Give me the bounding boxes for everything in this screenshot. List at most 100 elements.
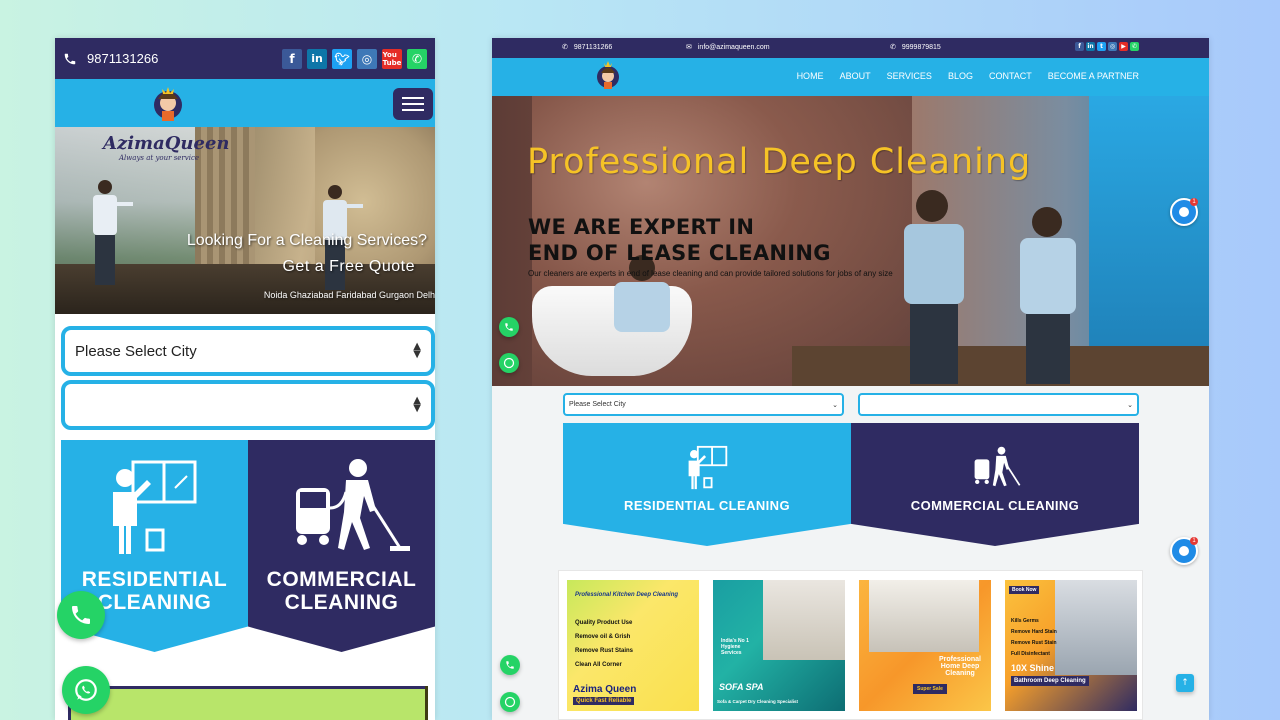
chevron-down-icon: ⌄ <box>832 400 838 409</box>
gallery-tile-bathroom[interactable]: Book Now Kills Germs Remove Hard Stain R… <box>1005 580 1137 711</box>
nav-become-a-partner[interactable]: BECOME A PARTNER <box>1048 71 1139 81</box>
mobile-phone[interactable]: 9871131266 <box>63 51 158 66</box>
desktop-navbar: HOME ABOUT SERVICES BLOG CONTACT BECOME … <box>492 58 1209 96</box>
city-select-value: Please Select City <box>75 342 197 360</box>
hero-headline: Professional Deep Cleaning <box>527 142 1032 182</box>
tile-photo <box>763 580 845 660</box>
twitter-icon[interactable]: t <box>1097 42 1106 51</box>
commercial-card-line1: COMMERCIAL <box>266 568 417 591</box>
service-select[interactable]: ⌄ <box>858 393 1139 416</box>
youtube-icon[interactable]: ▶ <box>1119 42 1128 51</box>
call-float-button[interactable] <box>500 655 520 675</box>
tile-line: India's No 1 Hygiene Services <box>721 638 749 656</box>
call-float-button[interactable] <box>57 591 105 639</box>
tile-line: Kills Germs <box>1011 618 1039 624</box>
hero-headline: Looking For a Cleaning Services? <box>186 232 427 249</box>
worker-figure <box>614 255 670 332</box>
select-arrows-icon: ▲ ▼ <box>413 341 421 360</box>
logo-icon[interactable] <box>140 83 196 127</box>
city-select-value: Please Select City <box>569 401 626 408</box>
worker-figure <box>93 180 133 285</box>
gallery-tile-sofa[interactable]: India's No 1 Hygiene Services SOFA SPA S… <box>713 580 845 711</box>
tile-title: Professional Home Deep Cleaning <box>938 656 981 677</box>
brand-name: AzimaQueen <box>103 133 230 154</box>
residential-card-line1: RESIDENTIAL <box>81 568 228 591</box>
nav-blog[interactable]: BLOG <box>948 71 973 81</box>
nav-home[interactable]: HOME <box>797 71 824 81</box>
commercial-cleaning-icon <box>296 459 410 551</box>
tile-brand: Azima Queen <box>573 684 637 695</box>
linkedin-icon[interactable]: in <box>307 48 327 69</box>
hero-quote-text: Get a Free Quote <box>282 258 415 275</box>
chat-badge: 1 <box>1190 537 1198 545</box>
hero-expert-line1: WE ARE EXPERT IN <box>528 215 755 239</box>
city-select[interactable]: Please Select City ▲ ▼ <box>61 326 435 376</box>
commercial-cleaning-icon <box>974 446 1021 487</box>
tile-photo <box>1055 580 1137 675</box>
topbar-phone-1-text: 9871131266 <box>573 43 613 51</box>
nav-about[interactable]: ABOUT <box>840 71 871 81</box>
youtube-icon[interactable]: You Tube <box>382 48 402 69</box>
commercial-card-line2: CLEANING <box>284 591 399 614</box>
commercial-cleaning-card[interactable]: COMMERCIAL CLEANING <box>851 423 1139 546</box>
tile-line: Clean All Corner <box>575 662 622 668</box>
service-select[interactable]: ▲ ▼ <box>61 380 435 430</box>
offer-gallery: Professional Kitchen Deep Cleaning Quali… <box>558 570 1143 720</box>
tile-line: Remove oil & Grish <box>575 634 631 640</box>
desktop-service-cards: RESIDENTIAL CLEANING COMMERCIAL CLEANING <box>563 423 1139 548</box>
tile-badge: Super Sale <box>913 684 947 694</box>
tile-line: Remove Rust Stains <box>575 648 634 654</box>
mobile-service-cards: RESIDENTIAL CLEANING COMMERCIAL CLEANING <box>61 440 435 660</box>
commercial-cleaning-card[interactable]: COMMERCIAL CLEANING <box>248 440 435 652</box>
phone-icon: ✆ <box>562 44 568 51</box>
gallery-tile-home[interactable]: Professional Home Deep Cleaning Super Sa… <box>859 580 991 711</box>
select-arrows-icon: ▲ ▼ <box>413 395 421 414</box>
topbar-phone-2-text: 9999879815 <box>901 43 941 51</box>
topbar-email[interactable]: ✉ info@azimaqueen.com <box>686 43 770 52</box>
nav-contact[interactable]: CONTACT <box>989 71 1032 81</box>
tile-line: 10X Shine <box>1011 663 1055 673</box>
phone-icon <box>505 323 513 331</box>
tile-line: Remove Hard Stain <box>1011 629 1057 635</box>
mobile-social-links: f in 🐦︎ ◎ You Tube ✆ <box>282 48 427 69</box>
live-chat-button[interactable]: 1 <box>1170 537 1198 565</box>
topbar-email-text: info@azimaqueen.com <box>697 43 770 51</box>
desktop-hero-banner: Professional Deep Cleaning WE ARE EXPERT… <box>492 96 1209 386</box>
logo-icon[interactable] <box>588 59 628 95</box>
tile-title: SOFA SPA <box>719 682 764 692</box>
whatsapp-float-button[interactable] <box>499 353 519 373</box>
topbar-phone-2[interactable]: ✆ 9999879815 <box>890 43 941 52</box>
hero-blue-wall <box>1089 96 1209 386</box>
tile-photo <box>869 580 979 652</box>
whatsapp-float-button[interactable] <box>62 666 110 714</box>
menu-line <box>402 109 424 111</box>
menu-line <box>402 103 424 105</box>
city-select[interactable]: Please Select City ⌄ <box>563 393 844 416</box>
instagram-icon[interactable]: ◎ <box>357 48 377 69</box>
mobile-phone-number: 9871131266 <box>87 51 159 66</box>
tile-badge: Book Now <box>1009 586 1040 594</box>
mobile-header <box>55 79 435 127</box>
call-float-button[interactable] <box>499 317 519 337</box>
whatsapp-icon[interactable]: ✆ <box>407 48 427 69</box>
scroll-to-top-button[interactable]: ↑ <box>1176 674 1194 692</box>
topbar-phone-1[interactable]: ✆ 9871131266 <box>562 43 613 52</box>
live-chat-button[interactable]: 1 <box>1170 198 1198 226</box>
whatsapp-icon[interactable]: ✆ <box>1130 42 1139 51</box>
residential-card-line2: CLEANING <box>97 591 212 614</box>
facebook-icon[interactable]: f <box>282 48 302 69</box>
whatsapp-icon <box>503 357 515 369</box>
nav-services[interactable]: SERVICES <box>887 71 932 81</box>
phone-icon <box>506 661 514 669</box>
instagram-icon[interactable]: ◎ <box>1108 42 1117 51</box>
hamburger-menu-button[interactable] <box>393 88 433 120</box>
residential-cleaning-card[interactable]: RESIDENTIAL CLEANING <box>563 423 851 546</box>
whatsapp-float-button[interactable] <box>500 692 520 712</box>
residential-cleaning-icon <box>688 445 728 490</box>
gallery-tile-kitchen[interactable]: Professional Kitchen Deep Cleaning Quali… <box>567 580 699 711</box>
facebook-icon[interactable]: f <box>1075 42 1084 51</box>
linkedin-icon[interactable]: in <box>1086 42 1095 51</box>
twitter-icon[interactable]: 🐦︎ <box>332 48 352 69</box>
mobile-view: 9871131266 f in 🐦︎ ◎ You Tube ✆ AzimaQue… <box>55 38 435 720</box>
arrow-up-icon: ↑ <box>1181 678 1189 688</box>
